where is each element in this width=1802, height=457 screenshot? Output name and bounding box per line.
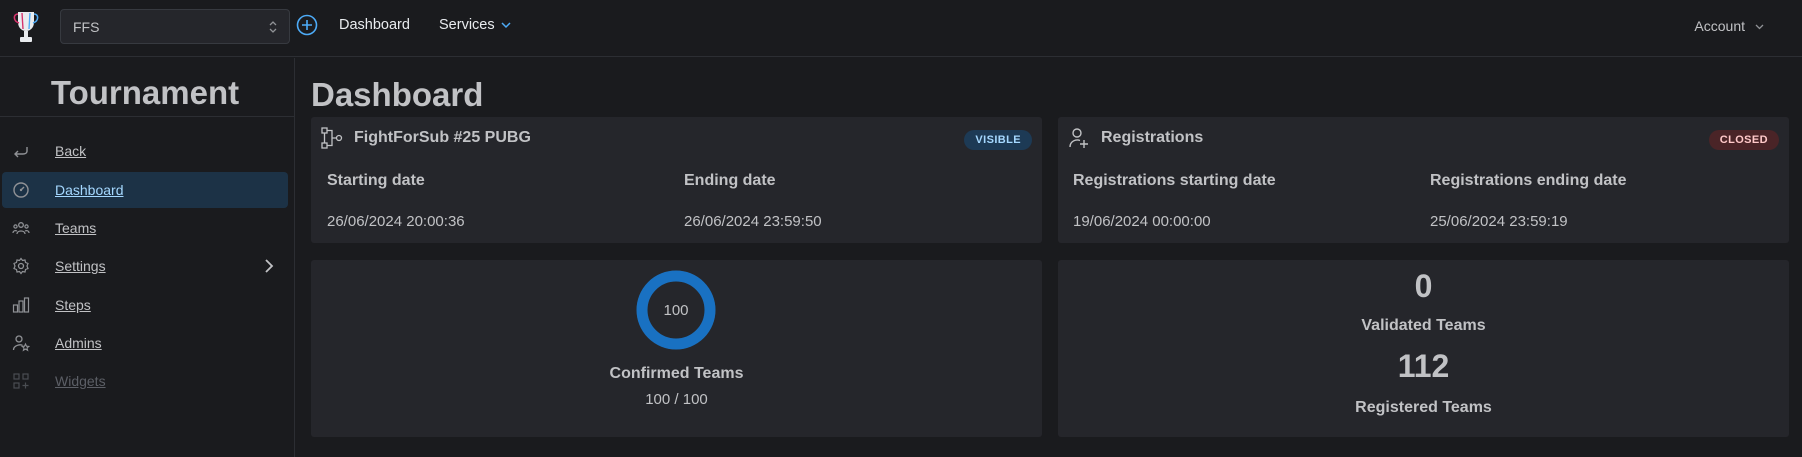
top-bar: FFS Dashboard Services Account	[0, 0, 1802, 57]
tournament-name: FightForSub #25 PUBG	[354, 129, 531, 146]
chevron-down-icon	[501, 22, 511, 29]
registration-end-label: Registrations ending date	[1430, 172, 1627, 189]
organization-select-value: FFS	[73, 19, 100, 35]
select-chevron-icon	[269, 21, 277, 33]
nav-services-label: Services	[439, 17, 495, 33]
trophy-logo-icon[interactable]	[10, 10, 42, 44]
bracket-icon	[321, 127, 343, 149]
sidebar-item-admins[interactable]: Admins	[2, 325, 288, 361]
back-arrow-icon	[14, 147, 28, 158]
sidebar-item-settings[interactable]: Settings	[2, 248, 288, 284]
chevron-down-icon	[1755, 24, 1764, 29]
start-date-label: Starting date	[327, 172, 425, 189]
tournament-header: FightForSub #25 PUBG	[321, 127, 531, 149]
users-icon	[12, 222, 30, 235]
account-label: Account	[1694, 18, 1745, 34]
registered-teams-count: 112	[1397, 348, 1450, 384]
validated-teams-count: 0	[1414, 268, 1433, 304]
registrations-title: Registrations	[1101, 129, 1204, 146]
sidebar-divider	[0, 116, 295, 117]
user-plus-icon	[1069, 128, 1088, 148]
nav-services-menu[interactable]: Services	[439, 17, 511, 33]
gear-icon	[13, 257, 29, 275]
sidebar-item-widgets[interactable]: Widgets	[2, 363, 288, 399]
registered-teams-label: Registered Teams	[1355, 399, 1492, 416]
registration-start-value: 19/06/2024 00:00:00	[1073, 213, 1211, 230]
tournament-info-card: FightForSub #25 PUBG VISIBLE Starting da…	[311, 117, 1042, 243]
registrations-card: Registrations CLOSED Registrations start…	[1058, 117, 1789, 243]
page-title: Dashboard	[311, 76, 484, 113]
organization-select[interactable]: FFS	[60, 9, 290, 44]
sidebar-item-label: Back	[55, 143, 87, 159]
team-stats-card: 0 Validated Teams 112 Registered Teams	[1058, 260, 1789, 437]
sidebar-item-label: Dashboard	[55, 182, 124, 198]
registrations-header: Registrations	[1068, 127, 1203, 149]
sidebar-title: Tournament	[50, 74, 240, 111]
validated-teams-label: Validated Teams	[1361, 317, 1486, 334]
sidebar-item-back[interactable]: Back	[2, 133, 288, 169]
end-date-value: 26/06/2024 23:59:50	[684, 213, 822, 230]
chevron-right-icon	[265, 259, 274, 273]
widgets-icon	[13, 373, 29, 389]
gauge-icon	[13, 182, 29, 198]
sidebar-item-label: Settings	[55, 258, 106, 274]
sidebar: Tournament Back Dashboard Teams Settings	[0, 58, 295, 457]
sidebar-item-label: Steps	[55, 297, 91, 313]
user-star-icon	[12, 335, 30, 352]
start-date-value: 26/06/2024 20:00:36	[327, 213, 465, 230]
sidebar-item-label: Widgets	[55, 373, 106, 389]
ring-value: 100	[663, 302, 688, 319]
add-circle-icon[interactable]	[296, 14, 318, 36]
registration-end-value: 25/06/2024 23:59:19	[1430, 213, 1568, 230]
registration-status-badge: CLOSED	[1708, 130, 1779, 150]
nav-dashboard-link[interactable]: Dashboard	[339, 17, 410, 33]
sidebar-item-label: Admins	[55, 335, 102, 351]
sidebar-item-steps[interactable]: Steps	[2, 287, 288, 323]
sidebar-item-label: Teams	[55, 220, 97, 236]
end-date-label: Ending date	[684, 172, 776, 189]
confirmed-teams-card: 100 Confirmed Teams 100 / 100	[311, 260, 1042, 437]
account-menu[interactable]: Account	[1694, 18, 1764, 34]
sidebar-item-dashboard[interactable]: Dashboard	[2, 172, 288, 208]
registration-start-label: Registrations starting date	[1073, 172, 1276, 189]
confirmed-teams-ratio: 100 / 100	[645, 391, 708, 408]
bar-chart-icon	[12, 297, 30, 313]
visibility-badge: VISIBLE	[964, 130, 1032, 150]
sidebar-item-teams[interactable]: Teams	[2, 210, 288, 246]
confirmed-ring-progress: 100	[636, 270, 716, 350]
confirmed-teams-label: Confirmed Teams	[609, 365, 744, 382]
